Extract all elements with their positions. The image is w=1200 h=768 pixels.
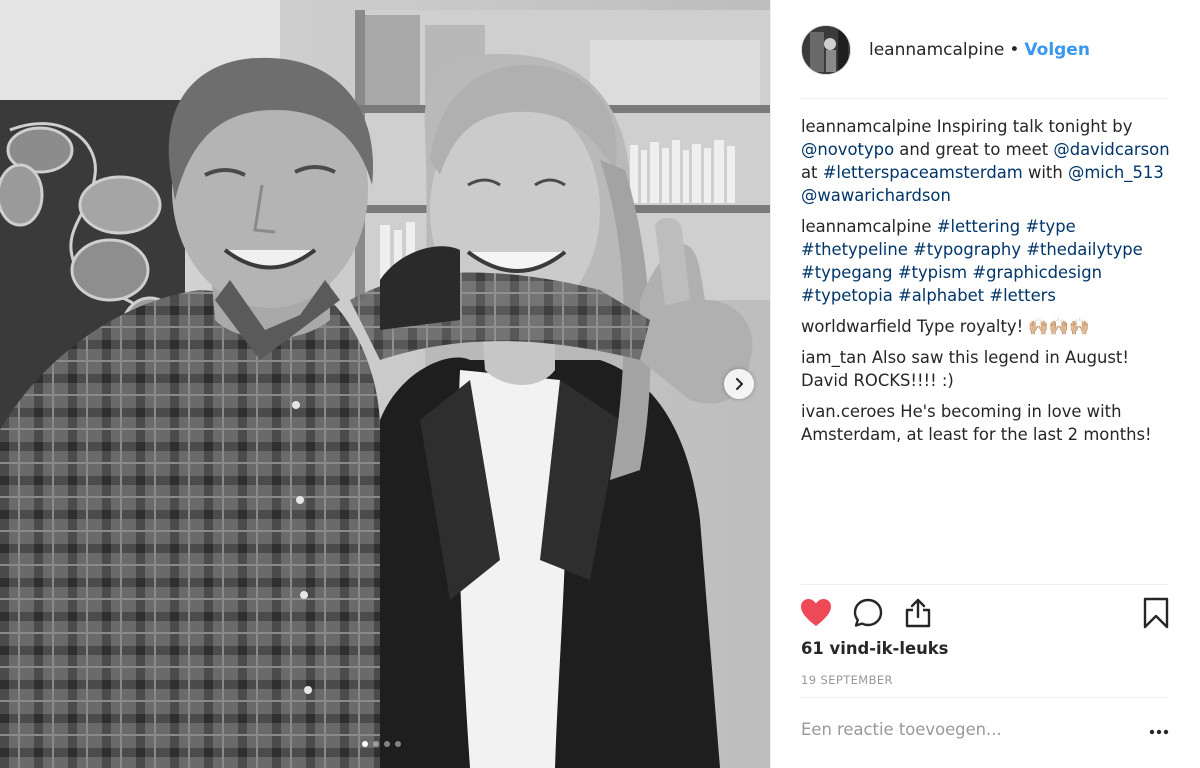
hashtag-link[interactable]: #thedailytype <box>1026 240 1143 259</box>
post-date[interactable]: 19 SEPTEMBER <box>801 673 893 687</box>
photo-scene <box>0 0 770 768</box>
hashtag-link[interactable]: #typetopia <box>801 286 893 305</box>
post-side-panel: leannamcalpine • Volgen leannamcalpine I… <box>770 0 1200 768</box>
comment-bubble-icon <box>853 598 883 627</box>
mention-link[interactable]: @wawarichardson <box>801 186 951 205</box>
comment: iam_tan Also saw this legend in August! … <box>801 346 1176 392</box>
mention-link[interactable]: @davidcarson <box>1053 140 1169 159</box>
carousel-dot <box>362 741 368 747</box>
comment-username[interactable]: worldwarfield <box>801 317 912 336</box>
hashtag-link[interactable]: #letters <box>989 286 1056 305</box>
comment-username[interactable]: leannamcalpine <box>801 217 932 236</box>
save-button[interactable] <box>1139 596 1173 630</box>
hashtag-link[interactable]: #letterspaceamsterdam <box>823 163 1023 182</box>
share-icon <box>905 598 931 628</box>
like-button[interactable] <box>799 596 833 630</box>
comment-text: and great to meet <box>894 140 1054 159</box>
mention-link[interactable]: @mich_513 <box>1068 163 1164 182</box>
comment-text: Inspiring talk tonight by <box>931 117 1133 136</box>
follow-button[interactable]: Volgen <box>1024 40 1090 60</box>
share-button[interactable] <box>901 596 935 630</box>
header-separator: • <box>1009 40 1020 60</box>
author-username[interactable]: leannamcalpine <box>869 40 1004 60</box>
comment: ivan.ceroes He's becoming in love with A… <box>801 400 1176 446</box>
instagram-post: leannamcalpine • Volgen leannamcalpine I… <box>0 0 1200 768</box>
likes-count[interactable]: 61 vind-ik-leuks <box>801 639 948 658</box>
divider <box>801 697 1169 698</box>
comment-button[interactable] <box>851 596 885 630</box>
hashtag-link[interactable]: #graphicdesign <box>972 263 1102 282</box>
mention-link[interactable]: @novotypo <box>801 140 894 159</box>
comment-text: at <box>801 163 823 182</box>
hashtag-link[interactable]: #lettering <box>937 217 1020 236</box>
comment: worldwarfield Type royalty! 🙌🏼🙌🏼🙌🏼 <box>801 315 1176 338</box>
hashtag-link[interactable]: #typography <box>913 240 1021 259</box>
carousel-dot <box>395 741 401 747</box>
action-bar <box>801 596 1169 630</box>
hashtag-link[interactable]: #type <box>1025 217 1075 236</box>
hashtag-link[interactable]: #thetypeline <box>801 240 908 259</box>
comment-username[interactable]: leannamcalpine <box>801 117 932 136</box>
comment-username[interactable]: ivan.ceroes <box>801 402 895 421</box>
avatar-image <box>802 26 850 74</box>
comment: leannamcalpine #lettering #type #thetype… <box>801 215 1176 307</box>
post-photo[interactable] <box>0 0 770 768</box>
add-comment-input[interactable] <box>801 720 1121 739</box>
more-dots-icon <box>1149 729 1169 735</box>
carousel-indicator <box>362 741 401 747</box>
post-header: leannamcalpine • Volgen <box>801 24 1169 76</box>
avatar[interactable] <box>801 25 851 75</box>
chevron-right-icon <box>736 378 743 390</box>
more-options-button[interactable] <box>1146 722 1172 742</box>
hashtag-link[interactable]: #typegang <box>801 263 893 282</box>
heart-icon <box>801 599 831 626</box>
carousel-next-button[interactable] <box>724 369 754 399</box>
carousel-dot <box>384 741 390 747</box>
divider <box>801 584 1169 585</box>
comment-username[interactable]: iam_tan <box>801 348 867 367</box>
hashtag-link[interactable]: #typism <box>898 263 967 282</box>
carousel-dot <box>373 741 379 747</box>
comments-list: leannamcalpine Inspiring talk tonight by… <box>801 115 1176 454</box>
divider <box>801 98 1169 99</box>
comment-text: Type royalty! 🙌🏼🙌🏼🙌🏼 <box>911 317 1090 336</box>
comment: leannamcalpine Inspiring talk tonight by… <box>801 115 1176 207</box>
hashtag-link[interactable]: #alphabet <box>898 286 984 305</box>
bookmark-icon <box>1143 597 1169 629</box>
comment-text: with <box>1022 163 1068 182</box>
